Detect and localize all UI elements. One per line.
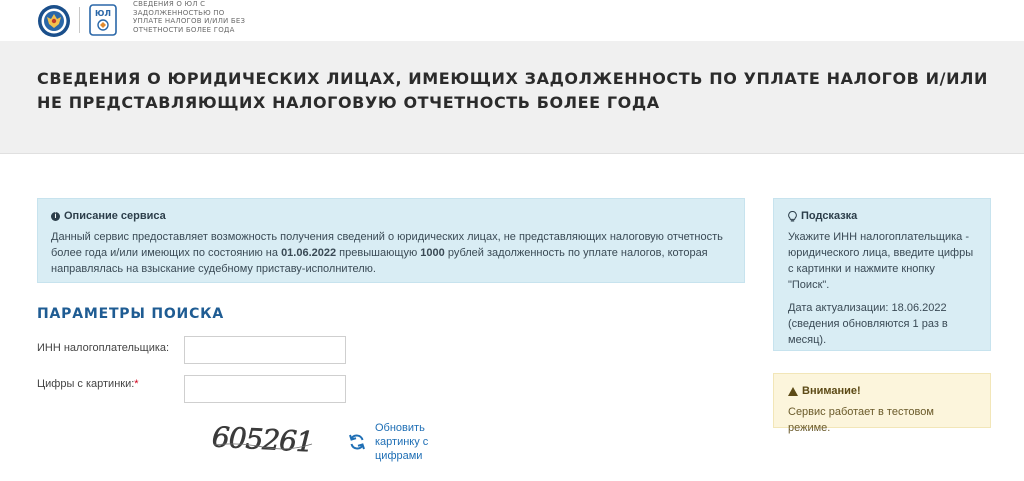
description-date: 01.06.2022 <box>281 247 337 259</box>
captcha-label: Цифры с картинки: <box>37 378 135 390</box>
hint-title: Подсказка <box>801 210 858 222</box>
info-icon: i <box>51 211 60 221</box>
required-marker: * <box>134 378 139 390</box>
service-description-box: i Описание сервиса Данный сервис предост… <box>37 198 745 283</box>
description-amount: 1000 <box>420 247 445 259</box>
top-bar: ЮЛ СВЕДЕНИЯ О ЮЛ С ЗАДОЛЖЕННОСТЬЮ ПО УПЛ… <box>0 0 1024 41</box>
refresh-captcha-link[interactable]: Обновить картинку с цифрами <box>375 421 445 463</box>
description-text-part: превышающую <box>336 247 421 259</box>
hint-update-date: Дата актуализации: 18.06.2022 (сведения … <box>788 302 948 346</box>
captcha-input[interactable] <box>184 375 346 403</box>
header-divider <box>79 7 80 33</box>
captcha-label-row: Цифры с картинки:* <box>37 378 139 390</box>
warning-title: Внимание! <box>802 385 861 397</box>
description-title: Описание сервиса <box>64 210 166 222</box>
fns-emblem-icon[interactable] <box>37 4 71 38</box>
search-params-title: ПАРАМЕТРЫ ПОИСКА <box>37 306 225 322</box>
captcha-image: 605261 <box>211 420 314 458</box>
refresh-icon[interactable] <box>347 432 367 452</box>
page-header: СВЕДЕНИЯ О ЮРИДИЧЕСКИХ ЛИЦАХ, ИМЕЮЩИХ ЗА… <box>0 41 1024 154</box>
warning-title-row: Внимание! <box>788 383 976 399</box>
service-name-small[interactable]: СВЕДЕНИЯ О ЮЛ С ЗАДОЛЖЕННОСТЬЮ ПО УПЛАТЕ… <box>133 0 253 34</box>
captcha-digits: 605261 <box>211 420 313 458</box>
description-text: Данный сервис предоставляет возможность … <box>51 229 731 277</box>
page-title: СВЕДЕНИЯ О ЮРИДИЧЕСКИХ ЛИЦАХ, ИМЕЮЩИХ ЗА… <box>37 69 988 112</box>
ul-logo-text: ЮЛ <box>95 9 111 18</box>
inn-input[interactable] <box>184 336 346 364</box>
description-title-row: i Описание сервиса <box>51 208 731 224</box>
ul-logo-icon[interactable]: ЮЛ <box>89 4 117 36</box>
hint-box: Подсказка Укажите ИНН налогоплательщика … <box>773 198 991 351</box>
inn-label: ИНН налогоплательщика: <box>37 342 170 354</box>
warning-box: Внимание! Сервис работает в тестовом реж… <box>773 373 991 434</box>
lightbulb-icon <box>788 210 797 221</box>
warning-text: Сервис работает в тестовом режиме. <box>788 406 934 434</box>
hint-text: Укажите ИНН налогоплательщика - юридичес… <box>788 231 974 291</box>
warning-icon <box>788 386 798 396</box>
hint-title-row: Подсказка <box>788 208 976 224</box>
